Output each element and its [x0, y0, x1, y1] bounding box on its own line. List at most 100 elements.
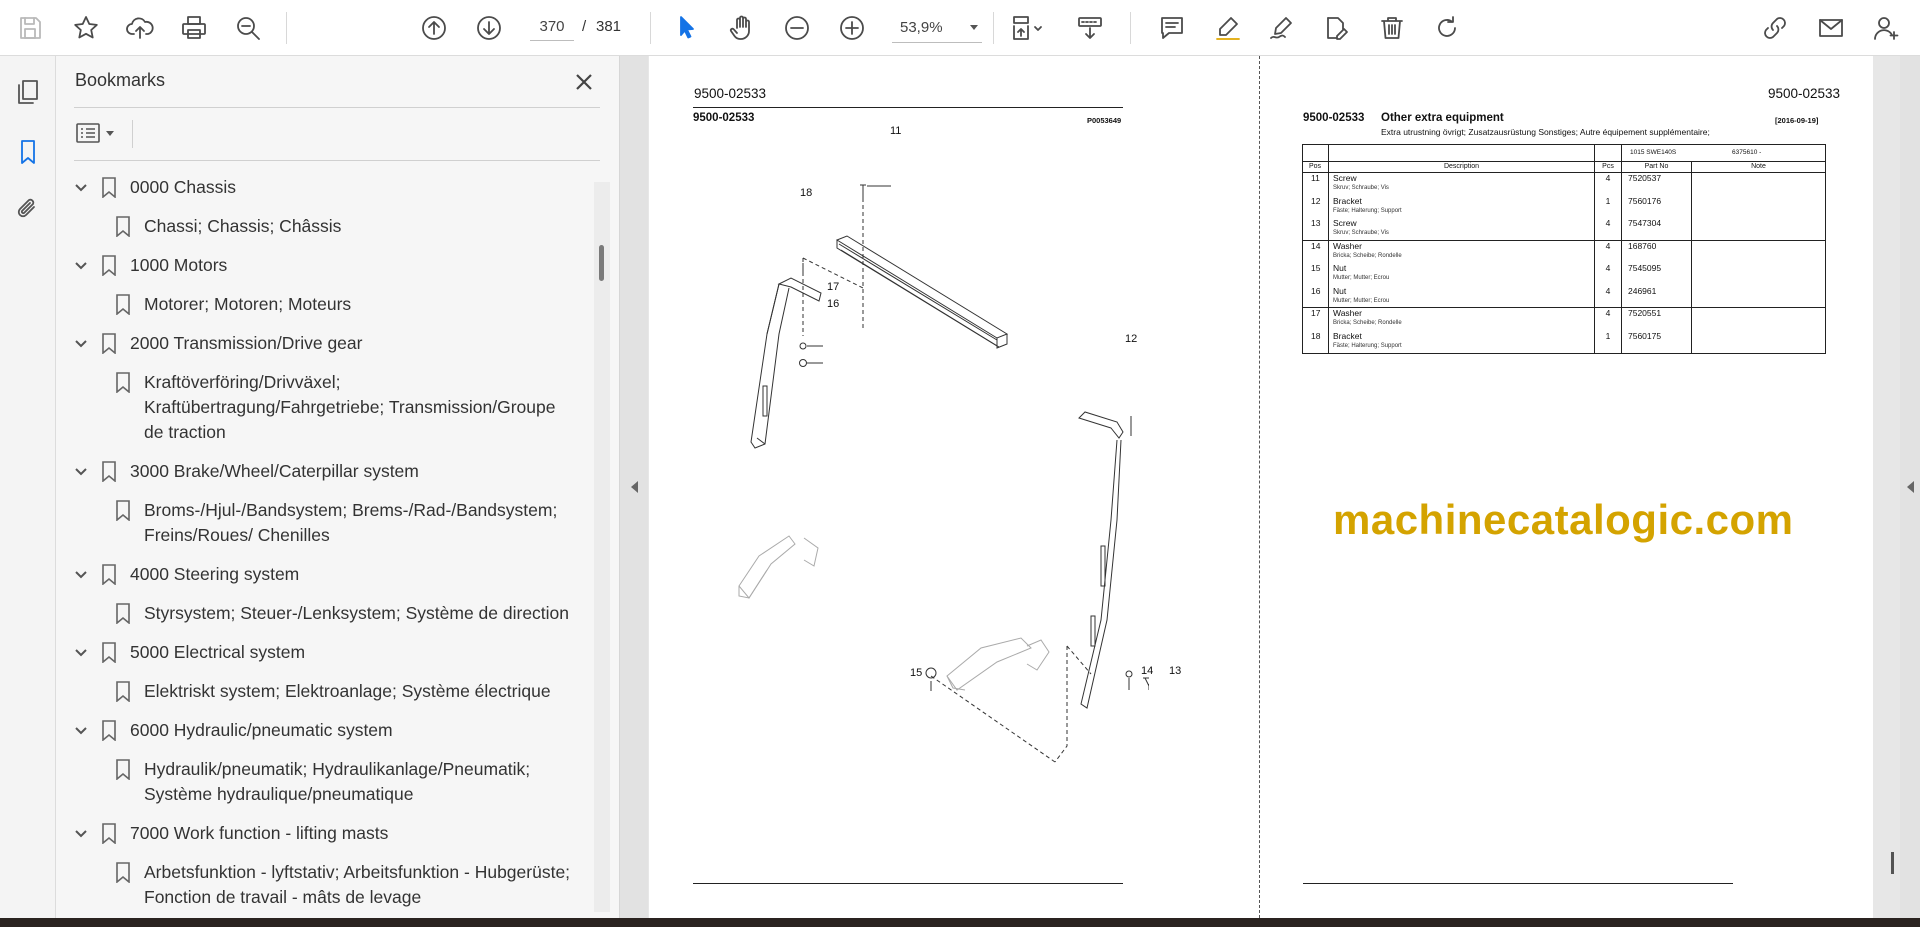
chevron-down-icon[interactable] — [68, 459, 94, 484]
table-row: 12 Bracket Fäste; Halterung; Support 1 75601… — [1303, 195, 1825, 218]
bookmark-icon — [112, 370, 134, 395]
bookmark-icon — [98, 253, 120, 278]
description-translations: Mutter; Mutter; Ecrou — [1333, 275, 1390, 281]
print-icon[interactable] — [174, 8, 214, 48]
select-cursor-icon[interactable] — [667, 8, 707, 48]
bookmark-label: 0000 Chassis — [130, 177, 237, 197]
bookmark-item[interactable]: 5000 Electrical system — [56, 633, 596, 672]
next-page-icon[interactable] — [469, 8, 509, 48]
bookmarks-icon[interactable] — [8, 132, 48, 172]
left-page-header: 9500-02533 — [694, 86, 767, 101]
delete-icon[interactable] — [1372, 8, 1412, 48]
sign-icon[interactable] — [1262, 8, 1302, 48]
cell-note — [1692, 263, 1825, 286]
chevron-down-icon[interactable] — [68, 562, 94, 587]
bookmark-item[interactable]: 2000 Transmission/Drive gear — [56, 324, 596, 363]
fit-page-icon[interactable] — [1000, 8, 1056, 48]
bookmark-item[interactable]: 3000 Brake/Wheel/Caterpillar system — [56, 452, 596, 491]
scroll-thumb[interactable] — [599, 245, 604, 281]
bookmark-item[interactable]: 0000 Chassis — [56, 168, 596, 207]
exploded-parts-diagram — [738, 184, 1149, 763]
chevron-down-icon[interactable] — [68, 175, 94, 200]
page-thumbnails-icon[interactable] — [8, 72, 48, 112]
bookmark-icon — [112, 498, 134, 523]
collapse-right-panel-button[interactable] — [1900, 56, 1920, 918]
bookmark-icon — [98, 640, 120, 665]
chevron-down-icon[interactable] — [68, 718, 94, 743]
upload-icon[interactable] — [120, 8, 160, 48]
bookmark-label: Hydraulik/pneumatik; Hydraulikanlage/Pne… — [144, 759, 531, 804]
header-pcs: Pcs — [1595, 162, 1622, 172]
hand-tool-icon[interactable] — [722, 8, 762, 48]
cell-pcs: 4 — [1595, 308, 1622, 331]
scroll-mode-icon[interactable] — [1070, 8, 1110, 48]
star-icon[interactable] — [66, 8, 106, 48]
bookmark-icon — [112, 292, 134, 317]
chevron-down-icon[interactable] — [68, 640, 94, 665]
bookmark-subitem[interactable]: Broms-/Hjul-/Bandsystem; Brems-/Rad-/Ban… — [56, 491, 596, 555]
chevron-down-icon[interactable] — [68, 253, 94, 278]
highlight-icon[interactable] — [1208, 8, 1248, 48]
account-icon[interactable] — [1866, 8, 1906, 48]
scroll-thumb[interactable] — [1891, 852, 1894, 874]
page-separator: / — [582, 18, 587, 35]
cell-pcs: 4 — [1595, 240, 1622, 263]
bookmark-subitem[interactable]: Kraftöverföring/Drivväxel; Kraftübertrag… — [56, 363, 596, 452]
share-link-icon[interactable] — [1755, 8, 1795, 48]
page-number-input[interactable] — [530, 13, 574, 41]
cell-note — [1692, 331, 1825, 354]
bookmark-icon — [98, 175, 120, 200]
cell-note — [1692, 241, 1825, 264]
bookmark-icon — [98, 459, 120, 484]
table-header: Pos Description Pcs Part No Note — [1303, 162, 1825, 173]
close-icon[interactable] — [570, 68, 598, 96]
description-name: Washer — [1333, 240, 1362, 251]
previous-page-icon[interactable] — [414, 8, 454, 48]
bookmark-subitem[interactable]: Motorer; Motoren; Moteurs — [56, 285, 596, 324]
zoom-out-icon[interactable] — [777, 8, 817, 48]
bookmark-subitem[interactable]: Elektriskt system; Elektroanlage; Systèm… — [56, 672, 596, 711]
bookmark-label: 6000 Hydraulic/pneumatic system — [130, 720, 393, 740]
description-name: Screw — [1333, 218, 1357, 228]
document-scrollbar[interactable] — [1884, 56, 1900, 918]
table-row: 13 Screw Skruv; Schraube; Vis 4 7547304 — [1303, 218, 1825, 241]
bookmark-options-button[interactable] — [76, 118, 124, 148]
find-icon[interactable] — [228, 8, 268, 48]
bookmark-label: Motorer; Motoren; Moteurs — [144, 294, 352, 314]
cell-description: Washer Bricka; Scheibe; Rondelle — [1329, 240, 1595, 263]
zoom-in-icon[interactable] — [832, 8, 872, 48]
bookmark-item[interactable]: 4000 Steering system — [56, 555, 596, 594]
collapse-left-panel-button[interactable] — [620, 56, 648, 918]
callout-16: 16 — [827, 298, 840, 310]
bookmark-icon — [98, 331, 120, 356]
bookmark-subitem[interactable]: Hydraulik/pneumatik; Hydraulikanlage/Pne… — [56, 750, 596, 814]
chevron-down-icon[interactable] — [68, 331, 94, 356]
bookmark-label: Styrsystem; Steuer-/Lenksystem; Système … — [144, 603, 570, 623]
chevron-down-icon[interactable] — [68, 821, 94, 846]
cell-part-no: 7560176 — [1622, 195, 1692, 218]
toolbar: / 381 53,9% — [0, 0, 1920, 56]
cell-part-no: 7520551 — [1622, 308, 1692, 331]
attachments-icon[interactable] — [8, 188, 48, 228]
rotate-icon[interactable] — [1427, 8, 1467, 48]
table-row: 18 Bracket Fäste; Halterung; Support 1 75601… — [1303, 330, 1825, 354]
bookmark-scrollbar[interactable] — [594, 182, 610, 912]
bookmark-subitem[interactable]: Chassi; Chassis; Châssis — [56, 207, 596, 246]
email-icon[interactable] — [1811, 8, 1851, 48]
bookmark-item[interactable]: 6000 Hydraulic/pneumatic system — [56, 711, 596, 750]
zoom-select[interactable]: 53,9% — [892, 13, 982, 43]
table-row: 14 Washer Bricka; Scheibe; Rondelle 4 168760 — [1303, 240, 1825, 264]
cell-note — [1692, 173, 1825, 196]
bookmark-subitem[interactable]: Styrsystem; Steuer-/Lenksystem; Système … — [56, 594, 596, 633]
cell-part-no: 168760 — [1622, 240, 1692, 263]
description-translations: Bricka; Scheibe; Rondelle — [1333, 320, 1402, 326]
cell-pcs: 4 — [1595, 285, 1622, 307]
chevron-left-icon — [1906, 481, 1914, 493]
bookmark-subitem[interactable]: Arbetsfunktion - lyftstativ; Arbeitsfunk… — [56, 853, 596, 914]
comment-icon[interactable] — [1152, 8, 1192, 48]
bookmark-item[interactable]: 7000 Work function - lifting masts — [56, 814, 596, 853]
bookmark-item[interactable]: 1000 Motors — [56, 246, 596, 285]
save-icon[interactable] — [10, 8, 50, 48]
cell-description: Washer Bricka; Scheibe; Rondelle — [1329, 308, 1595, 331]
edit-pdf-icon[interactable] — [1316, 8, 1356, 48]
